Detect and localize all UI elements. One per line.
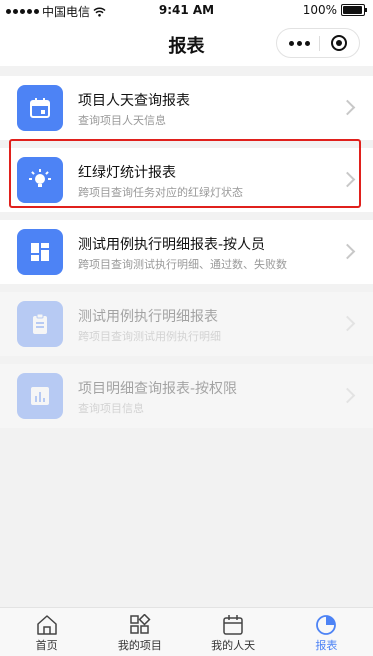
calendar-icon bbox=[223, 615, 243, 635]
tab-bar: 首页 我的项目 我的人天 报表 bbox=[0, 607, 373, 656]
report-title: 项目人天查询报表 bbox=[78, 93, 190, 109]
capsule-divider bbox=[319, 36, 320, 51]
grid-icon bbox=[130, 614, 151, 634]
tab-my-projects[interactable]: 我的项目 bbox=[93, 608, 186, 656]
miniprogram-capsule bbox=[276, 28, 360, 58]
tab-reports[interactable]: 报表 bbox=[280, 608, 373, 656]
tab-label: 我的项目 bbox=[117, 639, 162, 652]
report-title: 测试用例执行明细报表 bbox=[78, 309, 218, 325]
chevron-right-icon bbox=[339, 99, 356, 116]
tab-label: 首页 bbox=[35, 639, 58, 652]
tab-label: 我的人天 bbox=[211, 639, 256, 652]
report-subtitle: 查询项目信息 bbox=[78, 402, 144, 415]
battery-icon bbox=[341, 4, 367, 16]
report-item-project-by-permission: 项目明细查询报表-按权限 查询项目信息 bbox=[0, 364, 373, 428]
chevron-right-icon bbox=[339, 387, 356, 404]
report-item-testcase-by-person[interactable]: 测试用例执行明细报表-按人员 跨项目查询测试执行明细、通过数、失败数 bbox=[0, 220, 373, 284]
chevron-right-icon bbox=[339, 315, 356, 332]
clipboard-icon bbox=[17, 301, 63, 347]
nav-bar: 报表 bbox=[0, 20, 373, 66]
tab-my-days[interactable]: 我的人天 bbox=[187, 608, 280, 656]
chevron-right-icon bbox=[339, 243, 356, 260]
tab-label: 报表 bbox=[315, 639, 338, 652]
battery-status: 100% bbox=[302, 3, 367, 17]
calendar-icon bbox=[17, 85, 63, 131]
report-item-project-days[interactable]: 项目人天查询报表 查询项目人天信息 bbox=[0, 76, 373, 140]
close-miniprogram-icon[interactable] bbox=[331, 35, 347, 51]
report-subtitle: 跨项目查询测试执行明细、通过数、失败数 bbox=[78, 258, 287, 271]
dashboard-icon bbox=[17, 229, 63, 275]
selection-highlight bbox=[9, 139, 361, 208]
more-icon[interactable] bbox=[289, 41, 310, 46]
report-title: 测试用例执行明细报表-按人员 bbox=[78, 237, 266, 253]
bar-chart-icon bbox=[17, 373, 63, 419]
home-icon bbox=[36, 615, 57, 635]
report-title: 项目明细查询报表-按权限 bbox=[78, 381, 238, 397]
report-subtitle: 跨项目查询测试用例执行明细 bbox=[78, 330, 221, 343]
status-bar: 中国电信 9:41 AM 100% bbox=[0, 0, 373, 20]
report-item-testcase-detail: 测试用例执行明细报表 跨项目查询测试用例执行明细 bbox=[0, 292, 373, 356]
report-list: 项目人天查询报表 查询项目人天信息 红绿灯统计报表 跨项目查询任务对应的红绿灯状… bbox=[0, 76, 373, 436]
battery-percent: 100% bbox=[302, 3, 337, 17]
tab-home[interactable]: 首页 bbox=[0, 608, 93, 656]
pie-chart-icon bbox=[316, 615, 337, 635]
report-subtitle: 查询项目人天信息 bbox=[78, 114, 166, 127]
